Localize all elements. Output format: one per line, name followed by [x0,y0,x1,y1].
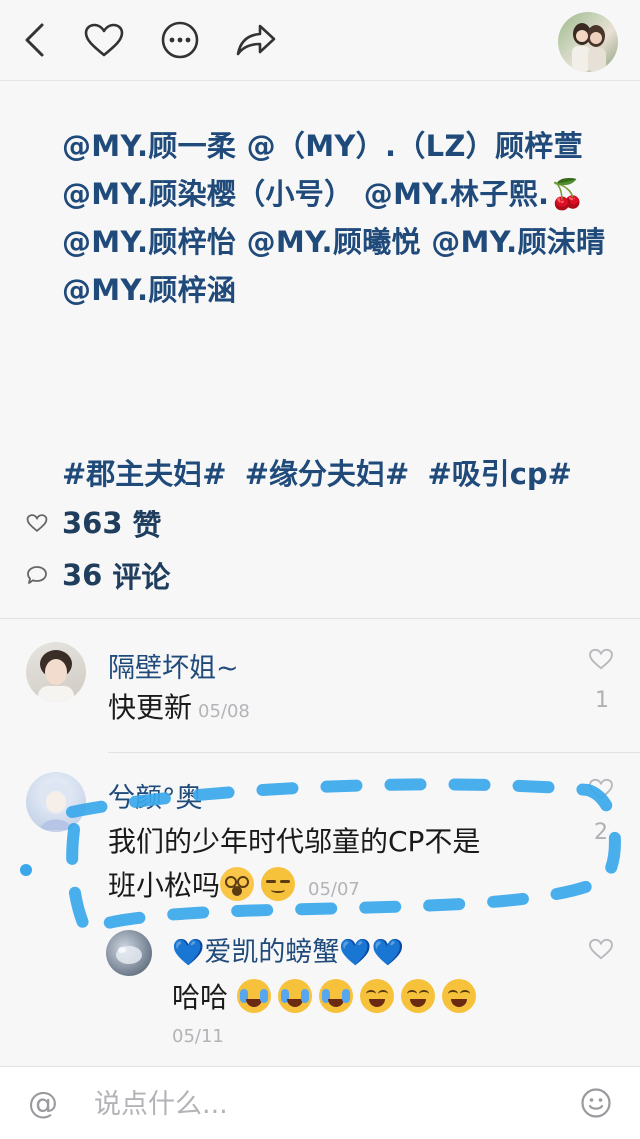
share-icon [236,24,276,56]
author-avatar[interactable] [558,12,618,72]
reply-date: 05/11 [172,1026,224,1047]
comment-input[interactable] [92,1083,566,1125]
mention-link[interactable]: @MY.顾沫晴 [431,225,605,259]
comments-count: 36 [62,558,103,592]
crying-face-emoji [277,979,312,1013]
reply-author-name: 爱凯的螃蟹 [204,937,340,968]
reply-like-button[interactable] [588,938,614,964]
comment-text: 班小松吗 [108,869,221,902]
comment-bubble-icon [27,566,47,584]
mention-link[interactable]: @MY.顾一柔 [62,129,236,163]
laughing-tears-emoji [441,979,476,1013]
mention-link[interactable]: @MY.顾梓涵 [62,273,236,307]
share-button[interactable] [234,18,278,62]
heart-icon [589,648,613,670]
back-button[interactable] [12,18,56,62]
section-divider [0,618,640,619]
reply-author[interactable]: 💙爱凯的螃蟹💙💙 [172,930,404,969]
comment-like-count: 2 [594,820,608,845]
smirk-face-emoji [261,867,296,901]
comment-date: 05/07 [308,879,360,900]
reply-avatar[interactable] [106,930,152,976]
crying-face-emoji [236,979,271,1013]
blue-heart-emoji: 💙 [172,938,205,968]
comments-label: 评论 [112,560,171,594]
comment-text-line2: 班小松吗 05/07 [108,864,480,912]
hashtag-link[interactable]: #缘分夫妇# [245,457,410,491]
more-button[interactable] [158,18,202,62]
comment-author[interactable]: 兮颜°奥 [108,776,203,815]
comment-text: 我们的少年时代邬童的CP不是 [108,825,481,858]
comments-stat[interactable]: 36 评论 [26,554,170,596]
smile-icon [581,1088,611,1118]
hashtag-list: #郡主夫妇# #缘分夫妇# #吸引cp# [62,450,580,498]
comment-date: 05/08 [198,701,250,722]
heart-icon [589,778,613,800]
chevron-left-icon [25,23,44,57]
comment-text-block: 我们的少年时代邬童的CP不是 班小松吗 05/07 [108,820,480,912]
likes-label: 赞 [132,508,162,542]
heart-icon [589,938,613,960]
dizzy-face-emoji [220,867,255,901]
top-nav-bar [0,0,640,81]
laughing-tears-emoji [359,979,394,1013]
commenter-avatar[interactable] [26,642,86,702]
likes-stat[interactable]: 363 赞 [26,502,162,544]
blue-heart-emoji: 💙💙 [339,938,405,968]
mention-link[interactable]: @MY.林子熙.🍒 [364,177,586,211]
crying-face-emoji [318,979,353,1013]
comment-like-count: 1 [595,688,609,713]
likes-count: 363 [62,506,123,540]
comment-author[interactable]: 隔壁坏姐~ [108,646,239,685]
hashtag-link[interactable]: #郡主夫妇# [62,457,227,491]
mention-link[interactable]: @MY.顾曦悦 [247,225,421,259]
comment-text: 快更新 [108,691,193,724]
comment-text-block: 快更新 05/08 [108,686,250,734]
post-content: @MY.顾一柔 @（MY）.（LZ）顾梓萱 @MY.顾染樱（小号） @MY.林子… [62,122,622,314]
comment-composer: @ [0,1066,640,1139]
at-icon[interactable]: @ [28,1086,58,1121]
comment-divider [108,752,640,753]
comment-like-button[interactable] [588,778,614,804]
mention-link[interactable]: @MY.顾梓怡 [62,225,236,259]
mention-link[interactable]: @MY.顾染樱（小号） [62,177,353,211]
more-icon [161,21,199,59]
reply-text: 哈哈 [172,981,229,1014]
emoji-button[interactable] [580,1087,612,1123]
mention-link[interactable]: @（MY）.（LZ）顾梓萱 [247,129,583,163]
heart-icon [26,514,48,533]
laughing-tears-emoji [400,979,435,1013]
commenter-avatar[interactable] [26,772,86,832]
reply-text-block: 哈哈 [172,976,483,1020]
comment-like-button[interactable] [588,648,614,674]
hashtag-link[interactable]: #吸引cp# [427,457,572,491]
heart-icon [84,23,124,57]
like-post-button[interactable] [82,18,126,62]
